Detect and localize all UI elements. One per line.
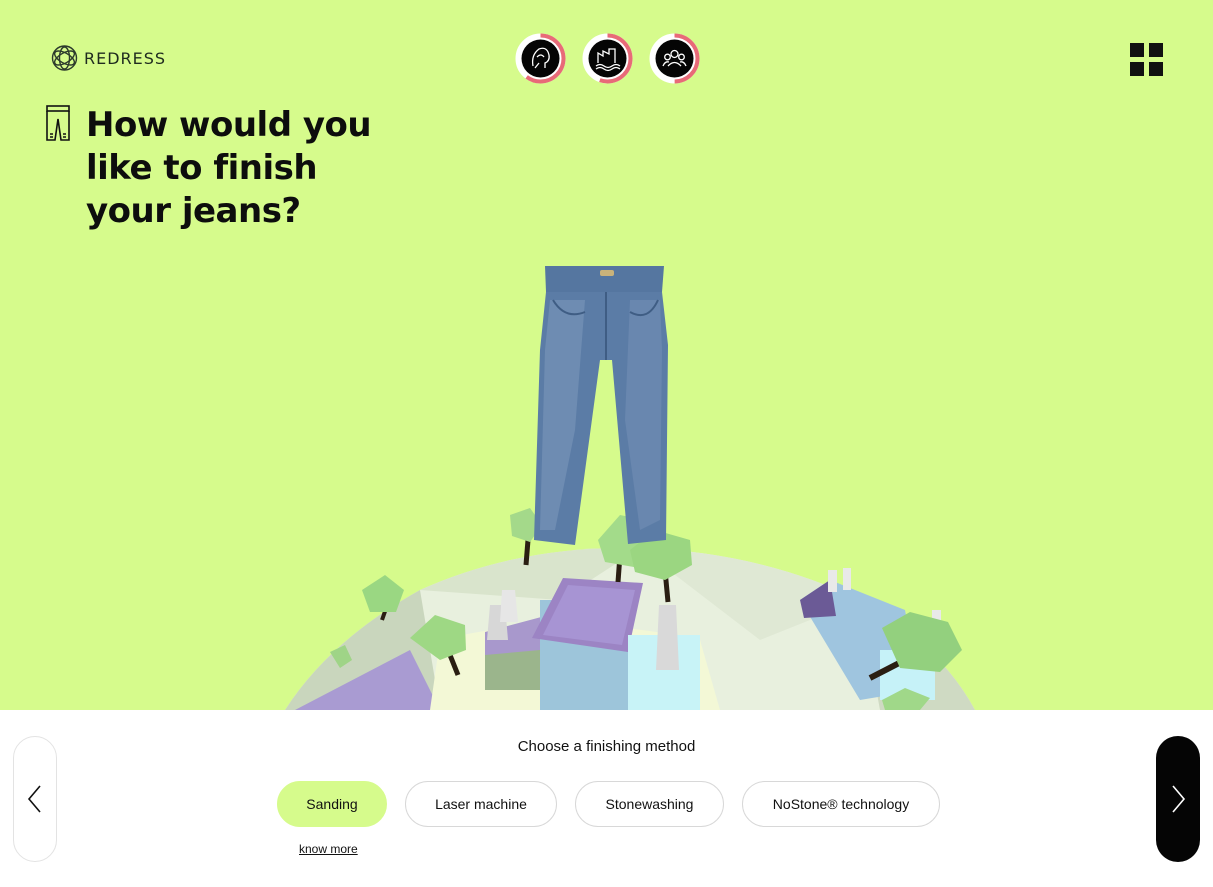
options-prompt: Choose a finishing method xyxy=(517,738,696,755)
know-more-link[interactable]: know more xyxy=(299,842,358,856)
next-button[interactable] xyxy=(1156,736,1200,862)
scene-area: REDRESS How would you like to finish you… xyxy=(0,0,1213,710)
progress-indicators xyxy=(515,33,700,84)
chevron-right-icon xyxy=(1172,785,1186,813)
question-title: How would you like to finish your jeans? xyxy=(86,105,372,231)
progress-ring-water[interactable] xyxy=(582,33,633,84)
progress-ring-social[interactable] xyxy=(649,33,700,84)
chevron-left-icon xyxy=(27,785,41,813)
question-block: How would you like to finish your jeans? xyxy=(44,104,406,233)
option-laser-machine[interactable]: Laser machine xyxy=(405,781,557,827)
finishing-options: Sanding Laser machine Stonewashing NoSto… xyxy=(277,781,940,827)
people-group-icon xyxy=(662,49,687,67)
progress-ring-environment[interactable] xyxy=(515,33,566,84)
bottom-panel: Choose a finishing method Sanding Laser … xyxy=(0,710,1213,887)
option-sanding[interactable]: Sanding xyxy=(277,781,387,827)
brand-logo[interactable]: REDRESS xyxy=(51,43,166,73)
option-stonewashing[interactable]: Stonewashing xyxy=(575,781,724,827)
brain-leaf-icon xyxy=(531,47,550,69)
jeans-model xyxy=(534,266,668,545)
factory-water-icon xyxy=(595,48,621,72)
brand-name: REDRESS xyxy=(84,48,167,68)
option-nostone-technology[interactable]: NoStone® technology xyxy=(742,781,940,827)
knot-logo-icon xyxy=(51,45,78,71)
grid-menu-icon[interactable] xyxy=(1130,43,1163,76)
jeans-outline-icon xyxy=(46,105,70,141)
